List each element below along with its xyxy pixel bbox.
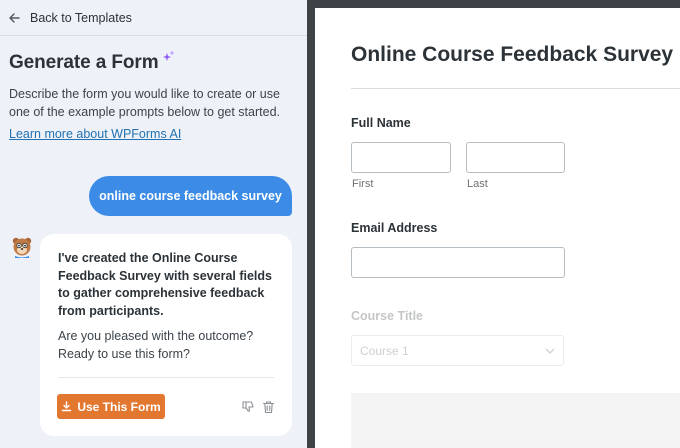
ai-message-text: I've created the Online Course Feedback …: [58, 251, 272, 318]
generate-form-heading-row: Generate a Form: [9, 50, 175, 74]
email-field[interactable]: [351, 247, 565, 278]
last-sublabel: Last: [467, 178, 488, 190]
description-text: Describe the form you would like to crea…: [9, 87, 280, 119]
back-to-templates-label: Back to Templates: [30, 10, 132, 25]
back-to-templates-button[interactable]: Back to Templates: [0, 0, 307, 36]
first-name-field[interactable]: [351, 142, 451, 173]
ai-question-text: Are you pleased with the outcome? Ready …: [58, 329, 254, 361]
card-divider: [58, 377, 274, 378]
faded-form-area: [351, 393, 680, 448]
ai-response-card: I've created the Online Course Feedback …: [40, 234, 292, 436]
trash-icon[interactable]: [262, 400, 275, 414]
ai-sidebar: Back to Templates Generate a Form Descri…: [0, 0, 307, 448]
page-title: Generate a Form: [9, 52, 159, 73]
first-sublabel: First: [352, 178, 374, 190]
title-divider: [351, 88, 680, 89]
preview-top-strip: [315, 0, 680, 8]
form-preview: Online Course Feedback Survey Full Name …: [315, 8, 680, 448]
use-this-form-label: Use This Form: [77, 399, 161, 414]
course-title-select[interactable]: Course 1: [351, 335, 564, 366]
use-this-form-button[interactable]: Use This Form: [57, 394, 165, 419]
learn-more-link[interactable]: Learn more about WPForms AI: [9, 127, 181, 141]
course-title-label: Course Title: [351, 309, 424, 323]
chevron-down-icon: [545, 348, 555, 354]
arrow-left-icon: [9, 12, 20, 23]
thumbs-down-icon[interactable]: [241, 400, 255, 414]
download-icon: [62, 401, 72, 412]
full-name-label: Full Name: [351, 116, 411, 130]
panel-separator: [307, 0, 315, 448]
form-title: Online Course Feedback Survey: [351, 43, 674, 66]
bear-avatar-icon: [12, 237, 32, 258]
sparkle-icon: [162, 50, 174, 61]
course-select-value: Course 1: [360, 343, 409, 358]
email-label: Email Address: [351, 221, 438, 235]
last-name-field[interactable]: [466, 142, 565, 173]
user-prompt-bubble: online course feedback survey: [89, 176, 292, 216]
